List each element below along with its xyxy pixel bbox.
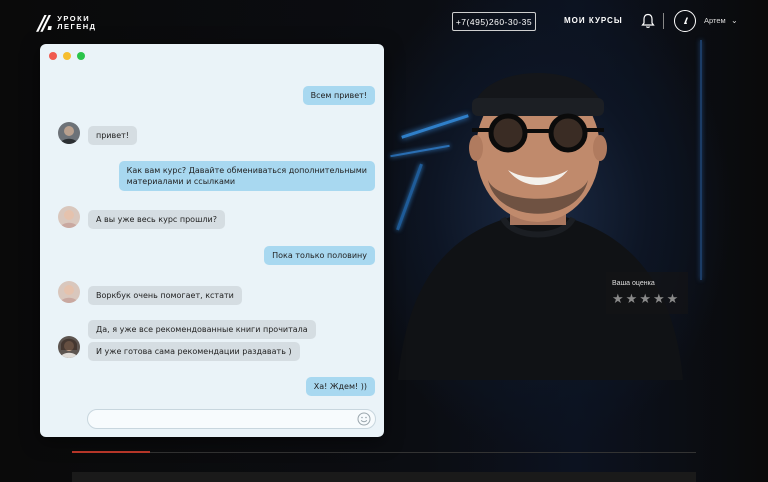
message-line: Как вам курс? Давайте обмениваться допол… — [126, 166, 367, 175]
rating-widget: Ваша оценка ★ ★ ★ ★ ★ — [606, 272, 688, 314]
message-incoming: А вы уже весь курс прошли? — [88, 210, 225, 229]
maximize-window-button[interactable] — [77, 52, 85, 60]
avatar — [58, 336, 80, 358]
avatar-mark: //. — [684, 16, 687, 26]
star-icon[interactable]: ★ — [653, 292, 665, 305]
header-divider — [663, 13, 664, 29]
star-icon[interactable]: ★ — [626, 292, 638, 305]
message-incoming: И уже готова сама рекомендации раздавать… — [88, 342, 300, 361]
logo-mark: //. — [38, 11, 54, 35]
instructor-photo — [398, 73, 683, 380]
message-input[interactable] — [87, 409, 376, 429]
message-incoming: Да, я уже все рекомендованные книги проч… — [88, 320, 316, 339]
logo-text: УРОКИ ЛЕГЕНД — [57, 15, 96, 31]
rating-stars: ★ ★ ★ ★ ★ — [612, 292, 682, 305]
message-outgoing: Всем привет! — [302, 86, 375, 105]
avatar — [58, 122, 80, 144]
chevron-down-icon[interactable]: ⌄ — [731, 16, 738, 25]
emoji-icon[interactable] — [357, 412, 371, 426]
rating-label: Ваша оценка — [612, 280, 655, 287]
close-window-button[interactable] — [49, 52, 57, 60]
star-icon[interactable]: ★ — [639, 292, 651, 305]
tab-underline — [72, 452, 696, 453]
message-outgoing: Пока только половину — [264, 246, 375, 265]
logo-line: ЛЕГЕНД — [57, 22, 97, 31]
star-icon[interactable]: ★ — [667, 292, 679, 305]
bell-icon[interactable] — [641, 13, 655, 29]
message-outgoing: Ха! Ждем! )) — [305, 377, 375, 396]
avatar — [58, 281, 80, 303]
user-avatar[interactable]: //. — [674, 10, 696, 32]
avatar — [58, 206, 80, 228]
user-name[interactable]: Артем — [704, 16, 726, 25]
nav-my-courses[interactable]: МОИ КУРСЫ — [564, 16, 623, 25]
content-panel — [72, 472, 696, 482]
message-outgoing: Как вам курс? Давайте обмениваться допол… — [118, 161, 375, 191]
window-controls — [49, 52, 85, 60]
phone-button[interactable]: +7(495)260-30-35 — [452, 12, 536, 31]
message-incoming: Воркбук очень помогает, кстати — [88, 286, 242, 305]
minimize-window-button[interactable] — [63, 52, 71, 60]
tab-active-indicator — [72, 451, 150, 453]
message-incoming: привет! — [88, 126, 138, 145]
logo[interactable]: //. УРОКИ ЛЕГЕНД — [38, 11, 97, 35]
star-icon[interactable]: ★ — [612, 292, 624, 305]
neon-light — [700, 40, 702, 280]
message-line: материалами и ссылками — [126, 177, 236, 186]
chat-window: Всем привет! привет! Как вам курс? Давай… — [40, 44, 384, 437]
